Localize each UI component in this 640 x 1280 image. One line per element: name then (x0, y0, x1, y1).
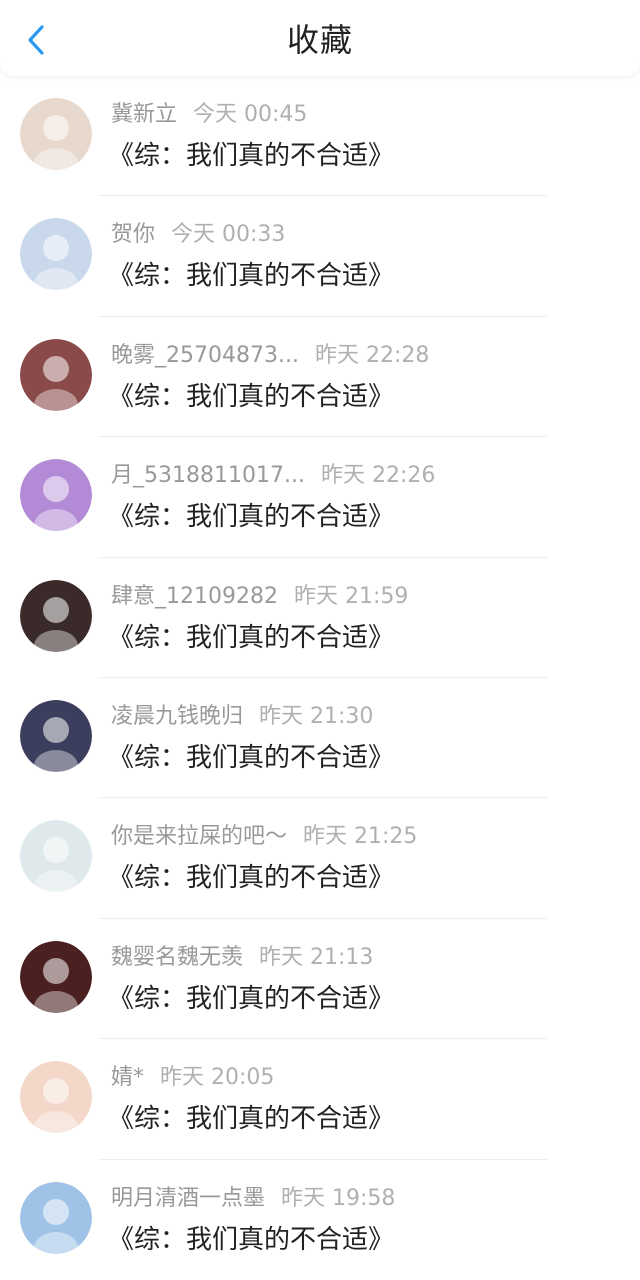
list-item[interactable]: 冀新立 今天 00:45 《综：我们真的不合适》 (0, 76, 640, 197)
username: 贺你 (111, 222, 156, 248)
avatar[interactable] (20, 699, 92, 772)
username: 肆意_12109282 (111, 583, 278, 609)
list-item[interactable]: 明月清酒一点墨 昨天 19:58 《综：我们真的不合适》 (0, 1160, 640, 1280)
list-item[interactable]: 贺你 今天 00:33 《综：我们真的不合适》 (0, 196, 640, 317)
book-title[interactable]: 《综：我们真的不合适》 (108, 138, 394, 174)
book-title[interactable]: 《综：我们真的不合适》 (108, 1222, 394, 1258)
avatar[interactable] (20, 1181, 92, 1254)
username: 明月清酒一点墨 (111, 1185, 266, 1211)
timestamp: 今天 00:33 (171, 222, 286, 248)
list-item[interactable]: 肆意_12109282 昨天 21:59 《综：我们真的不合适》 (0, 558, 640, 678)
list-item[interactable]: 凌晨九钱晚归 昨天 21:30 《综：我们真的不合适》 (0, 678, 640, 799)
avatar[interactable] (20, 98, 92, 170)
timestamp: 昨天 19:58 (281, 1185, 396, 1211)
timestamp: 昨天 22:26 (320, 463, 436, 489)
list-item[interactable]: 你是来拉屎的吧～ 昨天 21:25 《综：我们真的不合适》 (0, 798, 640, 919)
book-title[interactable]: 《综：我们真的不合适》 (108, 499, 394, 535)
timestamp: 昨天 21:30 (259, 703, 374, 729)
timestamp: 昨天 21:13 (259, 944, 374, 970)
timestamp: 昨天 21:25 (303, 824, 418, 850)
top-bar: 收藏 (0, 0, 640, 76)
list-item[interactable]: 月_5318811017... 昨天 22:26 《综：我们真的不合适》 (0, 437, 640, 558)
avatar[interactable] (20, 338, 92, 411)
username: 冀新立 (111, 102, 178, 127)
list-item[interactable]: 晚雾_25704873... 昨天 22:28 《综：我们真的不合适》 (0, 317, 640, 438)
page-title: 收藏 (286, 21, 353, 59)
book-title[interactable]: 《综：我们真的不合适》 (108, 258, 394, 294)
timestamp: 昨天 20:05 (160, 1065, 275, 1091)
book-title[interactable]: 《综：我们真的不合适》 (108, 740, 394, 776)
avatar[interactable] (20, 940, 92, 1013)
favorites-list: 冀新立 今天 00:45 《综：我们真的不合适》 贺你 今天 00:33 《综：我们… (0, 76, 640, 1280)
username: 婧* (111, 1065, 145, 1091)
avatar[interactable] (20, 1061, 92, 1134)
avatar[interactable] (20, 820, 92, 893)
list-item[interactable]: 魏婴名魏无羡 昨天 21:13 《综：我们真的不合适》 (0, 919, 640, 1040)
avatar[interactable] (20, 579, 92, 652)
book-title[interactable]: 《综：我们真的不合适》 (108, 981, 394, 1017)
book-title[interactable]: 《综：我们真的不合适》 (108, 860, 394, 896)
avatar[interactable] (20, 218, 92, 291)
timestamp: 今天 00:45 (193, 102, 308, 127)
username: 月_5318811017... (111, 463, 305, 489)
book-title[interactable]: 《综：我们真的不合适》 (108, 1101, 394, 1137)
username: 凌晨九钱晚归 (111, 703, 244, 729)
book-title[interactable]: 《综：我们真的不合适》 (108, 620, 394, 656)
timestamp: 昨天 21:59 (293, 583, 409, 609)
list-item[interactable]: 婧* 昨天 20:05 《综：我们真的不合适》 (0, 1039, 640, 1160)
avatar[interactable] (20, 459, 92, 532)
book-title[interactable]: 《综：我们真的不合适》 (108, 379, 394, 415)
timestamp: 昨天 22:28 (314, 342, 430, 368)
username: 魏婴名魏无羡 (111, 944, 244, 970)
username: 你是来拉屎的吧～ (111, 824, 288, 850)
username: 晚雾_25704873... (111, 342, 299, 368)
